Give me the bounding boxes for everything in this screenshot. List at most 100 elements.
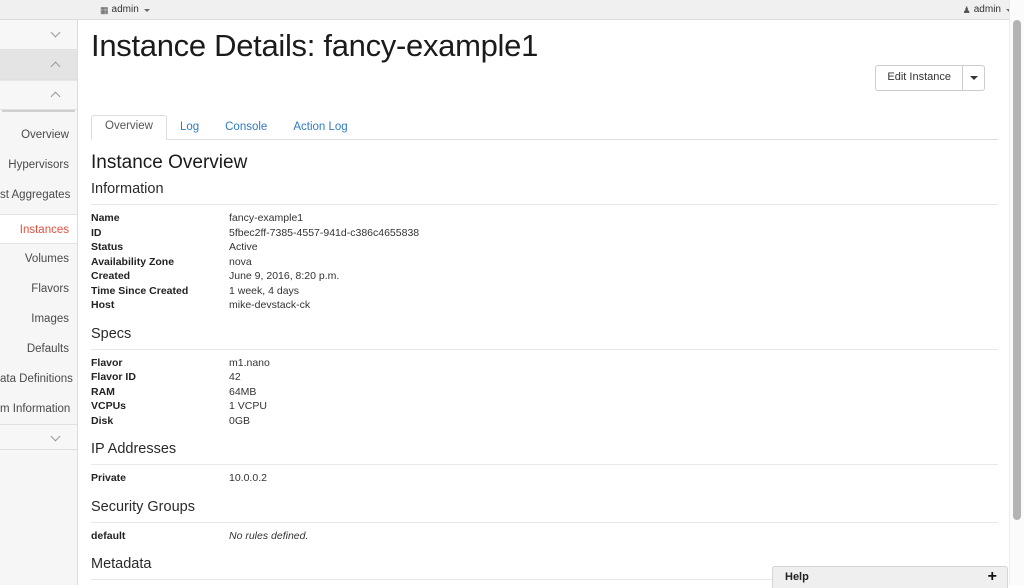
info-label: Created <box>91 269 229 284</box>
top-bar: ▦ admin ♟ admin <box>0 0 1024 20</box>
info-row: ID5fbec2ff-7385-4557-941d-c386c4655838 <box>91 226 998 241</box>
chevron-down-icon <box>144 9 150 12</box>
sidebar-item-overview[interactable]: Overview <box>0 120 77 150</box>
user-label: admin <box>974 2 1001 18</box>
edit-instance-button[interactable]: Edit Instance <box>875 65 963 91</box>
tab-bar[interactable]: Overview Log Console Action Log <box>91 116 998 140</box>
instance-overview-heading: Instance Overview <box>91 150 998 176</box>
tab-console[interactable]: Console <box>212 117 280 140</box>
spec-row: Flavor ID42 <box>91 370 998 385</box>
info-row: Availability Zonenova <box>91 255 998 270</box>
instance-overview-panel: Instance Overview Information Namefancy-… <box>91 150 998 585</box>
information-list: Namefancy-example1 ID5fbec2ff-7385-4557-… <box>91 211 998 313</box>
info-value: Active <box>229 240 258 255</box>
sidebar-item-host-aggregates[interactable]: st Aggregates <box>0 180 77 210</box>
sidebar[interactable]: Overview Hypervisors st Aggregates Insta… <box>0 20 78 585</box>
spec-label: Disk <box>91 414 229 429</box>
security-group-label: default <box>91 529 229 544</box>
info-value: fancy-example1 <box>229 211 303 226</box>
info-row: Namefancy-example1 <box>91 211 998 226</box>
sidebar-divider <box>2 110 75 112</box>
user-icon: ♟ <box>963 6 971 15</box>
security-groups-section: Security Groups defaultNo rules defined. <box>91 496 998 544</box>
specs-heading: Specs <box>91 323 998 345</box>
info-value: 5fbec2ff-7385-4557-941d-c386c4655838 <box>229 226 419 241</box>
sidebar-section-footer[interactable] <box>0 424 77 450</box>
spec-row: VCPUs1 VCPU <box>91 399 998 414</box>
spec-row: RAM64MB <box>91 385 998 400</box>
spec-label: RAM <box>91 385 229 400</box>
info-row: Hostmike-devstack-ck <box>91 298 998 313</box>
spec-value: m1.nano <box>229 356 270 371</box>
sidebar-section-admin[interactable] <box>0 50 77 80</box>
security-group-value: No rules defined. <box>229 529 308 544</box>
section-divider <box>91 349 998 350</box>
project-label: admin <box>112 2 139 18</box>
sidebar-item-images[interactable]: Images <box>0 304 77 334</box>
security-groups-list: defaultNo rules defined. <box>91 529 998 544</box>
sidebar-empty-area <box>0 450 77 570</box>
sidebar-item-defaults[interactable]: Defaults <box>0 334 77 364</box>
edit-instance-button-group[interactable]: Edit Instance <box>875 65 985 91</box>
sidebar-item-metadata-definitions[interactable]: ata Definitions <box>0 364 77 394</box>
spec-value: 1 VCPU <box>229 399 267 414</box>
spec-value: 0GB <box>229 414 250 429</box>
main-content: Instance Details: fancy-example1 Edit In… <box>79 20 1010 585</box>
section-divider <box>91 464 998 465</box>
chevron-down-icon <box>51 28 61 38</box>
page-scrollbar-track[interactable] <box>1009 0 1024 585</box>
spec-value: 42 <box>229 370 241 385</box>
sidebar-item-instances[interactable]: Instances <box>0 214 77 244</box>
page-title: Instance Details: fancy-example1 <box>91 28 538 64</box>
plus-icon[interactable]: + <box>988 569 997 585</box>
info-row: StatusActive <box>91 240 998 255</box>
sidebar-item-system-information[interactable]: m Information <box>0 394 77 424</box>
section-divider <box>91 204 998 205</box>
info-value: June 9, 2016, 8:20 p.m. <box>229 269 339 284</box>
info-value: nova <box>229 255 252 270</box>
info-label: Status <box>91 240 229 255</box>
sidebar-item-hypervisors[interactable]: Hypervisors <box>0 150 77 180</box>
chevron-up-icon <box>51 92 61 102</box>
tab-action-log[interactable]: Action Log <box>280 117 360 140</box>
security-groups-heading: Security Groups <box>91 496 998 518</box>
spec-label: VCPUs <box>91 399 229 414</box>
spec-label: Flavor <box>91 356 229 371</box>
caret-down-icon <box>970 76 978 80</box>
edit-instance-dropdown-toggle[interactable] <box>963 65 985 91</box>
sidebar-item-flavors[interactable]: Flavors <box>0 274 77 304</box>
info-value: mike-devstack-ck <box>229 298 310 313</box>
sidebar-item-volumes[interactable]: Volumes <box>0 244 77 274</box>
tab-log[interactable]: Log <box>167 117 212 140</box>
information-heading: Information <box>91 178 998 200</box>
specs-section: Specs Flavorm1.nano Flavor ID42 RAM64MB … <box>91 323 998 429</box>
ip-addresses-section: IP Addresses Private10.0.0.2 <box>91 438 998 486</box>
help-panel-label: Help <box>785 571 809 583</box>
spec-value: 64MB <box>229 385 256 400</box>
tab-overview[interactable]: Overview <box>91 115 167 140</box>
sidebar-section-system[interactable] <box>0 80 77 110</box>
specs-list: Flavorm1.nano Flavor ID42 RAM64MB VCPUs1… <box>91 356 998 429</box>
info-label: Time Since Created <box>91 284 229 299</box>
sidebar-section-collapsed-1[interactable] <box>0 20 77 50</box>
chevron-down-icon <box>51 432 61 442</box>
spec-row: Disk0GB <box>91 414 998 429</box>
ip-row: Private10.0.0.2 <box>91 471 998 486</box>
spec-row: Flavorm1.nano <box>91 356 998 371</box>
ip-addresses-list: Private10.0.0.2 <box>91 471 998 486</box>
section-divider <box>91 522 998 523</box>
info-label: Host <box>91 298 229 313</box>
user-menu[interactable]: ♟ admin <box>963 2 1012 18</box>
ip-addresses-heading: IP Addresses <box>91 438 998 460</box>
spec-label: Flavor ID <box>91 370 229 385</box>
page-scrollbar-thumb[interactable] <box>1013 20 1021 520</box>
chevron-up-icon <box>51 62 61 72</box>
info-row: Time Since Created1 week, 4 days <box>91 284 998 299</box>
information-section: Information Namefancy-example1 ID5fbec2f… <box>91 178 998 313</box>
ip-label: Private <box>91 471 229 486</box>
info-value: 1 week, 4 days <box>229 284 299 299</box>
security-group-row: defaultNo rules defined. <box>91 529 998 544</box>
info-label: Availability Zone <box>91 255 229 270</box>
info-label: ID <box>91 226 229 241</box>
project-switcher[interactable]: ▦ admin <box>100 2 150 18</box>
